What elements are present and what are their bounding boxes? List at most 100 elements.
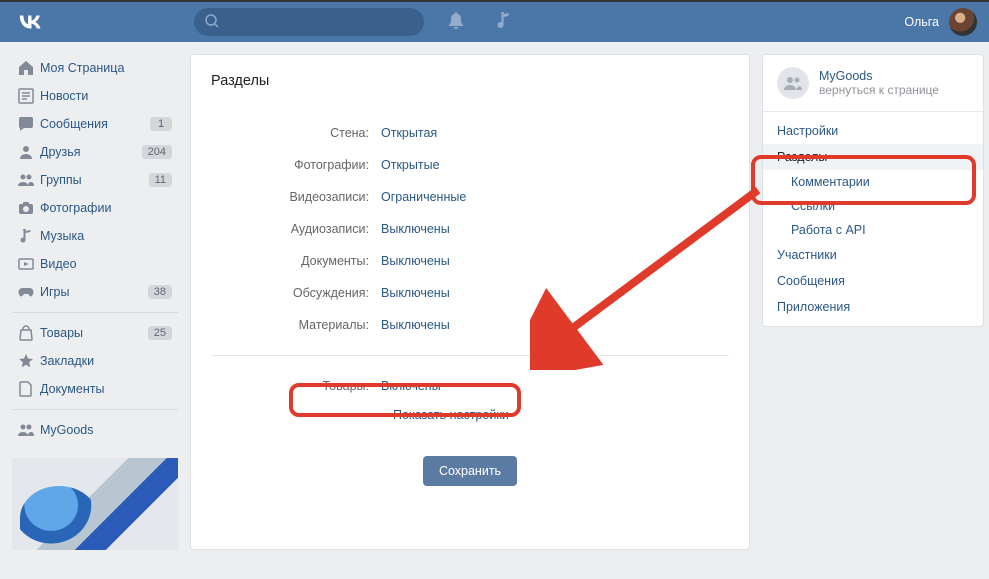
setting-row: Документы:Выключены [211, 245, 729, 277]
setting-row: Видеозаписи:Ограниченные [211, 181, 729, 213]
sidebar-item-label: Игры [40, 285, 69, 299]
setting-label: Стена: [211, 126, 381, 140]
setting-label: Обсуждения: [211, 286, 381, 300]
topbar-icons [448, 12, 511, 33]
sidebar-item-label: Закладки [40, 354, 94, 368]
settings-menu-card: MyGoods вернуться к странице НастройкиРа… [762, 54, 984, 327]
setting-row: Стена:Открытая [211, 117, 729, 149]
sidebar-item[interactable]: MyGoods [12, 416, 178, 444]
setting-row-goods: Товары: Включены [211, 370, 729, 402]
sidebar-item-label: Группы [40, 173, 82, 187]
avatar[interactable] [949, 8, 977, 36]
page-title: Разделы [211, 73, 729, 89]
search-icon [204, 13, 220, 32]
setting-row: Фотографии:Открытые [211, 149, 729, 181]
setting-value-dropdown[interactable]: Включены [381, 379, 441, 393]
sidebar-item-label: Сообщения [40, 117, 108, 131]
setting-label: Товары: [211, 379, 381, 393]
group-header[interactable]: MyGoods вернуться к странице [763, 55, 983, 111]
vk-logo-icon[interactable] [16, 13, 44, 32]
sidebar-item-label: Документы [40, 382, 104, 396]
settings-submenu-item[interactable]: Ссылки [763, 194, 983, 218]
users-icon [18, 422, 40, 438]
nav-separator [12, 312, 178, 313]
sidebar-item[interactable]: Группы 11 [12, 166, 178, 194]
sidebar-item[interactable]: Фотографии [12, 194, 178, 222]
save-button[interactable]: Сохранить [423, 456, 517, 486]
settings-menu-item[interactable]: Разделы [763, 144, 983, 170]
sidebar-badge: 1 [150, 117, 172, 131]
setting-label: Документы: [211, 254, 381, 268]
sidebar-item-label: MyGoods [40, 423, 94, 437]
top-bar: Ольга [0, 0, 989, 42]
music-icon [18, 228, 40, 244]
topbar-right: Ольга [904, 8, 977, 36]
sidebar-item[interactable]: Игры 38 [12, 278, 178, 306]
sidebar-item[interactable]: Видео [12, 250, 178, 278]
notifications-icon[interactable] [448, 12, 464, 33]
user-icon [18, 144, 40, 160]
sidebar-item-label: Товары [40, 326, 83, 340]
music-icon[interactable] [496, 12, 511, 33]
sidebar-item[interactable]: Закладки [12, 347, 178, 375]
setting-label: Материалы: [211, 318, 381, 332]
doc-icon [18, 381, 40, 397]
setting-label: Видеозаписи: [211, 190, 381, 204]
sidebar-item-label: Новости [40, 89, 88, 103]
sidebar-item[interactable]: Моя Страница [12, 54, 178, 82]
search-wrap [194, 8, 424, 36]
sidebar-item-label: Фотографии [40, 201, 111, 215]
search-input[interactable] [194, 8, 424, 36]
sidebar-item[interactable]: Сообщения 1 [12, 110, 178, 138]
setting-value-dropdown[interactable]: Выключены [381, 222, 450, 236]
sidebar-photo [12, 458, 178, 550]
back-link[interactable]: вернуться к странице [819, 83, 939, 97]
settings-menu-item[interactable]: Сообщения [763, 268, 983, 294]
settings-menu-item[interactable]: Приложения [763, 294, 983, 320]
setting-row: Аудиозаписи:Выключены [211, 213, 729, 245]
sidebar-item[interactable]: Друзья204 [12, 138, 178, 166]
users-icon [18, 172, 40, 188]
sidebar-item-label: Моя Страница [40, 61, 124, 75]
setting-row: Обсуждения:Выключены [211, 277, 729, 309]
star-icon [18, 353, 40, 369]
nav-separator [12, 409, 178, 410]
left-sidebar: Моя СтраницаНовостиСообщения1Друзья204Гр… [12, 54, 178, 550]
username-label[interactable]: Ольга [904, 15, 939, 29]
setting-value-dropdown[interactable]: Выключены [381, 286, 450, 300]
settings-menu-item[interactable]: Настройки [763, 118, 983, 144]
divider [211, 355, 729, 356]
sidebar-item[interactable]: Документы [12, 375, 178, 403]
camera-icon [18, 200, 40, 216]
sidebar-item[interactable]: Новости [12, 82, 178, 110]
sidebar-item-label: Видео [40, 257, 77, 271]
setting-value-dropdown[interactable]: Выключены [381, 254, 450, 268]
sidebar-item-label: Друзья [40, 145, 81, 159]
sidebar-badge: 11 [149, 173, 172, 187]
setting-row: Материалы:Выключены [211, 309, 729, 341]
setting-value-dropdown[interactable]: Открытые [381, 158, 440, 172]
show-settings-link[interactable]: Показать настройки [393, 408, 509, 422]
chat-icon [18, 116, 40, 132]
bag-icon [18, 325, 40, 341]
video-icon [18, 256, 40, 272]
right-column: MyGoods вернуться к странице НастройкиРа… [762, 54, 984, 550]
setting-label: Аудиозаписи: [211, 222, 381, 236]
settings-submenu-item[interactable]: Работа с API [763, 218, 983, 242]
group-icon [777, 67, 809, 99]
sidebar-badge: 38 [148, 285, 172, 299]
settings-menu-item[interactable]: Участники [763, 242, 983, 268]
group-name: MyGoods [819, 69, 939, 83]
settings-submenu-item[interactable]: Комментарии [763, 170, 983, 194]
home-icon [18, 60, 40, 76]
game-icon [18, 284, 40, 300]
sidebar-item[interactable]: Товары 25 [12, 319, 178, 347]
sidebar-badge: 25 [148, 326, 172, 340]
sidebar-item[interactable]: Музыка [12, 222, 178, 250]
setting-value-dropdown[interactable]: Открытая [381, 126, 437, 140]
news-icon [18, 88, 40, 104]
sections-card: Разделы Стена:ОткрытаяФотографии:Открыты… [190, 54, 750, 550]
setting-value-dropdown[interactable]: Ограниченные [381, 190, 466, 204]
sidebar-item-label: Музыка [40, 229, 84, 243]
setting-value-dropdown[interactable]: Выключены [381, 318, 450, 332]
